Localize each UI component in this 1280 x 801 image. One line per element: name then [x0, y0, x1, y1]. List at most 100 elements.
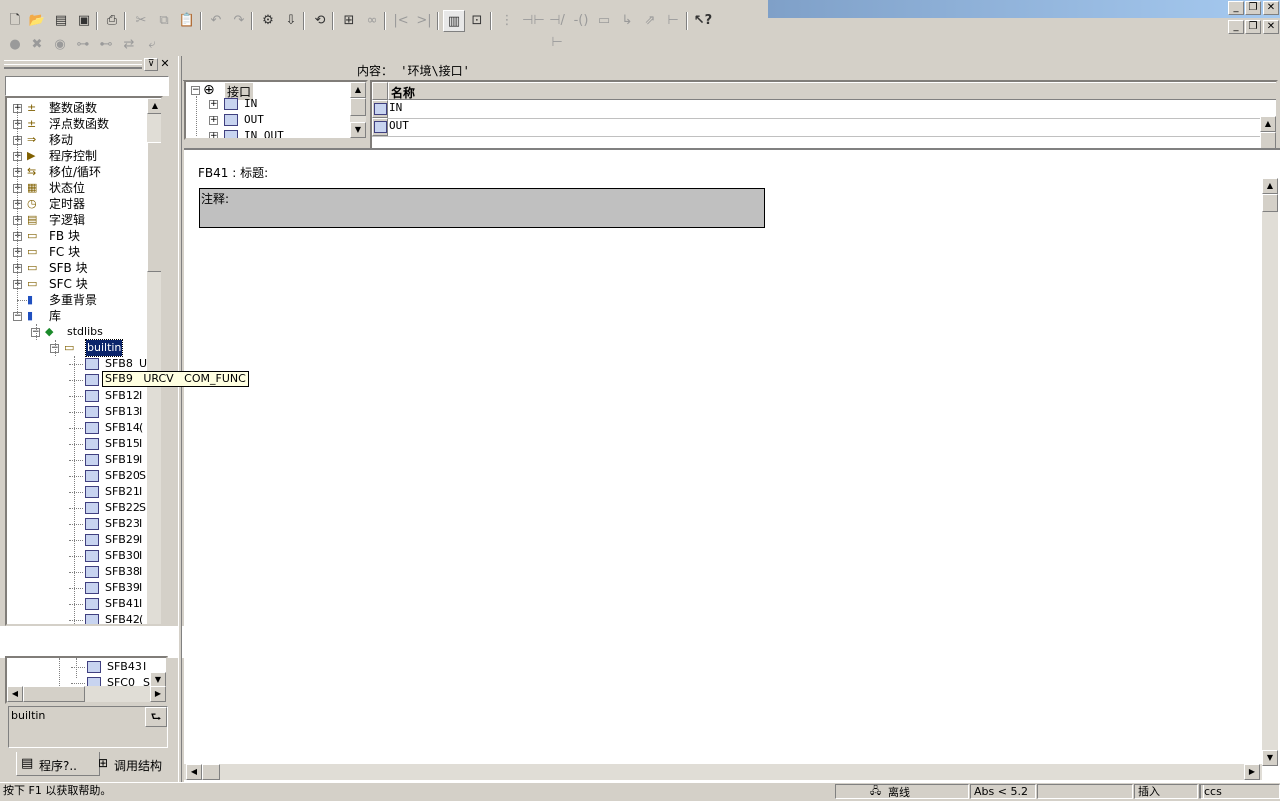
block-item[interactable]: SFB14(: [7, 420, 147, 436]
scroll-up-icon[interactable]: ▲: [147, 98, 161, 114]
block-item[interactable]: SFB43 I: [7, 659, 155, 675]
first-icon[interactable]: |<: [390, 10, 412, 32]
interface-tree[interactable]: − ⊕ 接口 + IN + OUT + IN_OUT ▲ ▼: [184, 80, 368, 140]
interface-tree-item[interactable]: + OUT: [186, 112, 346, 128]
tree-item[interactable]: + ▭ SFC 块: [7, 276, 147, 292]
editor-vscroll[interactable]: ▲ ▼: [1262, 178, 1278, 766]
tree-item[interactable]: + ▭ SFB 块: [7, 260, 147, 276]
tree-item[interactable]: − ▭ builtin: [7, 339, 147, 357]
jump-icon[interactable]: ⊢: [662, 10, 684, 32]
ref-data-icon[interactable]: ∞: [361, 10, 383, 32]
compile-icon[interactable]: ⚙: [257, 10, 279, 32]
block-item[interactable]: SFB39 I: [7, 580, 147, 596]
expand-icon[interactable]: +: [209, 132, 218, 138]
block-item[interactable]: SFB12 I: [7, 388, 147, 404]
continue-icon[interactable]: ⊶: [72, 34, 94, 56]
tree-item[interactable]: + ▭ FC 块: [7, 244, 147, 260]
new-icon[interactable]: 🗋: [4, 10, 26, 32]
nc-contact-icon[interactable]: ⊣/⊢: [546, 10, 568, 50]
tree-vscrollbar[interactable]: ▲: [147, 98, 161, 624]
paste-icon[interactable]: 📋: [176, 10, 198, 32]
tree-item[interactable]: − ◆ stdlibs: [7, 324, 147, 340]
editor-scroll-down-icon[interactable]: ▼: [1262, 750, 1278, 766]
scroll-thumb[interactable]: [147, 142, 161, 272]
tree-item[interactable]: + ± 浮点数函数: [7, 116, 147, 132]
last-icon[interactable]: >|: [413, 10, 435, 32]
block-item[interactable]: SFB23 I: [7, 516, 147, 532]
vertical-splitter[interactable]: [178, 56, 182, 784]
tree-item[interactable]: + ▶ 程序控制: [7, 148, 147, 164]
iface-scroll-down-icon[interactable]: ▼: [350, 122, 366, 138]
download-icon[interactable]: ⇩: [280, 10, 302, 32]
block-item[interactable]: SFB38 I: [7, 564, 147, 580]
table-scroll-up-icon[interactable]: ▲: [1260, 116, 1276, 132]
overview-icon[interactable]: ▥: [443, 10, 465, 32]
panel-float-icon[interactable]: ⊽: [144, 58, 158, 71]
panel-grip-2[interactable]: [4, 64, 142, 69]
expand-icon[interactable]: +: [209, 100, 218, 109]
search-input[interactable]: [5, 76, 169, 96]
row-header[interactable]: [372, 118, 388, 136]
block-item[interactable]: SFB30 I: [7, 548, 147, 564]
tree-item[interactable]: − ▮ 库: [7, 308, 147, 324]
block-item[interactable]: SFB41 I: [7, 596, 147, 612]
program-element-tree[interactable]: + ± 整数函数 + ± 浮点数函数 + ⇒ 移动 + ▶ 程序控制 + ⇆ 移位/循环 + ▦ 状态位 + ◷ 定时器…: [5, 96, 163, 626]
print-icon[interactable]: ⎙: [101, 10, 123, 32]
editor-scroll-right-icon[interactable]: ▶: [1244, 764, 1260, 780]
help-icon[interactable]: ↖?: [692, 10, 714, 32]
box-icon[interactable]: ▭: [593, 10, 615, 32]
tree-item[interactable]: + ▤ 字逻辑: [7, 212, 147, 228]
branch-open-icon[interactable]: ↳: [616, 10, 638, 32]
code-editor[interactable]: FB41 : 标题: 注释: ▲ ▼ ◀ ▶: [184, 148, 1280, 782]
block-comment-box[interactable]: 注释:: [199, 188, 765, 228]
column-header-name[interactable]: 名称: [388, 82, 1276, 100]
block-item[interactable]: SFB20 S: [7, 468, 147, 484]
interface-tree-item[interactable]: + IN_OUT: [186, 128, 346, 138]
step-out-icon[interactable]: ⤶: [141, 34, 163, 56]
tree-item[interactable]: + ⇆ 移位/循环: [7, 164, 147, 180]
block-item[interactable]: SFB8 U: [7, 356, 147, 372]
tree-item[interactable]: + ◷ 定时器: [7, 196, 147, 212]
editor-scroll-up-icon[interactable]: ▲: [1262, 178, 1278, 194]
editor-scroll-left-icon[interactable]: ◀: [186, 764, 202, 780]
copy-icon[interactable]: ⧉: [153, 10, 175, 32]
open-icon[interactable]: 📂: [26, 10, 48, 32]
doc-close-icon[interactable]: ✕: [1263, 20, 1279, 34]
step-icon[interactable]: ⇄: [118, 34, 140, 56]
block-item[interactable]: SFB42(: [7, 612, 147, 624]
zoom-icon[interactable]: ⊡: [466, 10, 488, 32]
collapse-icon[interactable]: −: [191, 86, 200, 95]
tab-call-structure[interactable]: ⊞ 调用结构: [94, 754, 166, 774]
tree-item[interactable]: + ± 整数函数: [7, 100, 147, 116]
save-icon[interactable]: ▣: [73, 10, 95, 32]
redo-icon[interactable]: ↷: [228, 10, 250, 32]
tree-item[interactable]: + ▭ FB 块: [7, 228, 147, 244]
iface-scroll-thumb[interactable]: [350, 98, 366, 116]
breakpoint-active-icon[interactable]: ◉: [49, 34, 71, 56]
save-as-icon[interactable]: ▤: [50, 10, 72, 32]
row-header[interactable]: [372, 100, 388, 118]
block-item[interactable]: SFB21 I: [7, 484, 147, 500]
ladder-icon[interactable]: ⋮: [496, 10, 518, 32]
panel-close-icon[interactable]: ✕: [159, 58, 171, 71]
network-icon[interactable]: ⊞: [338, 10, 360, 32]
delete-breakpoint-icon[interactable]: ✖: [26, 34, 48, 56]
block-item[interactable]: SFB19 I: [7, 452, 147, 468]
interface-row[interactable]: OUT: [372, 118, 1260, 137]
restore-icon[interactable]: ❐: [1245, 1, 1261, 15]
minimize-icon[interactable]: _: [1228, 1, 1244, 15]
editor-hscroll-thumb[interactable]: [202, 764, 220, 780]
undo-icon[interactable]: ↶: [205, 10, 227, 32]
coil-icon[interactable]: -(): [570, 10, 592, 32]
block-item[interactable]: SFB15 I: [7, 436, 147, 452]
block-title[interactable]: FB41 : 标题:: [198, 164, 268, 181]
iface-scroll-up-icon[interactable]: ▲: [350, 82, 366, 98]
block-item[interactable]: SFB22 S: [7, 500, 147, 516]
jump-to-element-icon[interactable]: ⮑: [145, 707, 167, 727]
tree-item[interactable]: ▮ 多重背景: [7, 292, 147, 308]
program-element-tree-lower[interactable]: SFB43 I SFC0 S ▼ ◀ ▶: [5, 656, 168, 704]
editor-scroll-thumb[interactable]: [1262, 194, 1278, 212]
tree-item[interactable]: + ⇒ 移动: [7, 132, 147, 148]
block-item[interactable]: SFB13 I: [7, 404, 147, 420]
doc-restore-icon[interactable]: ❐: [1245, 20, 1261, 34]
